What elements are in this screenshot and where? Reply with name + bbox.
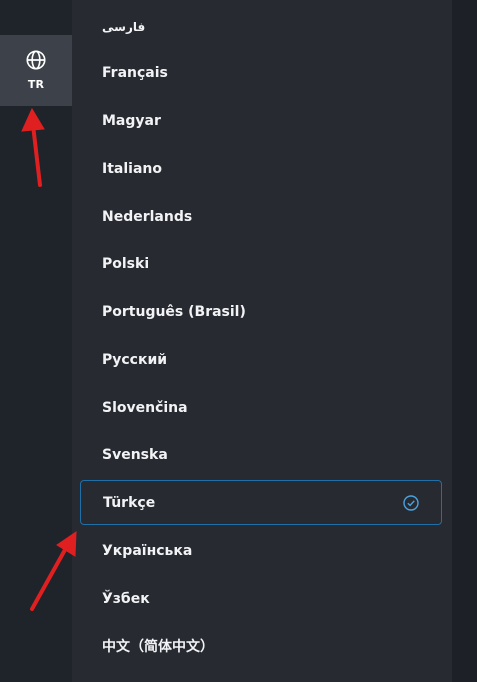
annotation-arrow-icon <box>21 107 77 611</box>
